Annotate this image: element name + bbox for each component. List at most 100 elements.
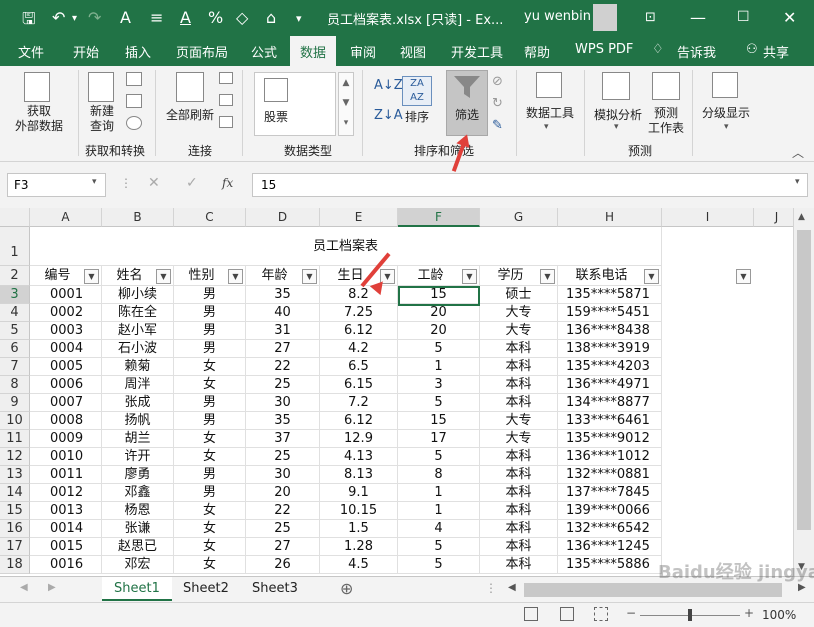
refresh-all-button[interactable]: 全部刷新 (160, 106, 220, 123)
maximize-icon[interactable]: ☐ (737, 9, 750, 25)
table-cell[interactable]: 男 (174, 484, 246, 502)
table-cell[interactable]: 本科 (480, 394, 558, 412)
stocks-button[interactable]: 股票 (256, 108, 296, 125)
format-painter-icon[interactable]: A (120, 8, 131, 27)
column-header[interactable]: B (102, 208, 174, 227)
cancel-icon[interactable]: ✕ (148, 175, 160, 191)
reapply-icon[interactable]: ↻ (492, 96, 503, 111)
tab-help[interactable]: 帮助 (524, 42, 550, 61)
zoom-level[interactable]: 100% (762, 608, 796, 622)
column-header[interactable]: C (174, 208, 246, 227)
tab-wps-pdf[interactable]: WPS PDF (575, 42, 633, 57)
table-cell[interactable]: 20 (398, 304, 480, 322)
expand-formula-icon[interactable]: ▾ (795, 177, 800, 187)
table-cell[interactable]: 女 (174, 448, 246, 466)
column-header[interactable]: E (320, 208, 398, 227)
row-header[interactable]: 7 (0, 358, 30, 376)
table-cell[interactable]: 柳小续 (102, 286, 174, 304)
filter-dropdown-icon[interactable]: ▼ (156, 269, 171, 284)
column-header[interactable]: I (662, 208, 754, 227)
table-cell[interactable]: 男 (174, 304, 246, 322)
table-cell[interactable]: 30 (246, 466, 320, 484)
data-tools-button[interactable]: 数据工具 (522, 104, 578, 121)
table-cell[interactable]: 12.9 (320, 430, 398, 448)
show-queries-icon[interactable] (126, 72, 142, 86)
table-cell[interactable]: 1.5 (320, 520, 398, 538)
minimize-icon[interactable]: — (690, 8, 706, 27)
row-header[interactable]: 15 (0, 502, 30, 520)
tab-formulas[interactable]: 公式 (251, 42, 277, 61)
filter-label[interactable]: 筛选 (446, 106, 488, 123)
column-header[interactable]: D (246, 208, 320, 227)
page-layout-view-icon[interactable] (560, 607, 574, 621)
scroll-up-icon[interactable]: ▲ (798, 212, 805, 222)
from-table-icon[interactable] (126, 94, 142, 108)
column-header[interactable]: H (558, 208, 662, 227)
table-cell[interactable]: 女 (174, 538, 246, 556)
table-cell[interactable]: 15 (398, 412, 480, 430)
table-cell[interactable]: 17 (398, 430, 480, 448)
table-cell[interactable]: 本科 (480, 520, 558, 538)
table-cell[interactable]: 135****5886 (558, 556, 662, 574)
table-cell[interactable]: 扬帆 (102, 412, 174, 430)
outline-button[interactable]: 分级显示 (698, 104, 754, 121)
column-header[interactable]: A (30, 208, 102, 227)
table-cell[interactable]: 25 (246, 376, 320, 394)
table-cell[interactable]: 5 (398, 340, 480, 358)
filter-dropdown-icon[interactable]: ▼ (302, 269, 317, 284)
table-cell[interactable]: 159****5451 (558, 304, 662, 322)
table-cell[interactable]: 136****4971 (558, 376, 662, 394)
table-cell[interactable]: 5 (398, 556, 480, 574)
table-cell[interactable]: 本科 (480, 484, 558, 502)
table-cell[interactable]: 5 (398, 538, 480, 556)
ribbon-display-icon[interactable]: ⊡ (645, 10, 656, 25)
filter-dropdown-icon[interactable]: ▼ (736, 269, 751, 284)
table-cell[interactable]: 廖勇 (102, 466, 174, 484)
table-cell[interactable]: 4.5 (320, 556, 398, 574)
recent-sources-icon[interactable] (126, 116, 142, 130)
close-icon[interactable]: ✕ (783, 8, 796, 27)
what-if-dropdown-icon[interactable]: ▾ (614, 122, 619, 132)
table-cell[interactable]: 35 (246, 412, 320, 430)
row-header[interactable]: 6 (0, 340, 30, 358)
row-header[interactable]: 5 (0, 322, 30, 340)
table-cell[interactable]: 0004 (30, 340, 102, 358)
table-cell[interactable]: 133****6461 (558, 412, 662, 430)
tab-home[interactable]: 开始 (73, 42, 99, 61)
tab-data[interactable]: 数据 (290, 36, 337, 66)
table-cell[interactable]: 陈在全 (102, 304, 174, 322)
edit-links-icon[interactable] (219, 116, 233, 128)
row-header[interactable]: 18 (0, 556, 30, 574)
table-cell[interactable]: 女 (174, 376, 246, 394)
table-cell[interactable]: 40 (246, 304, 320, 322)
row-header[interactable]: 14 (0, 484, 30, 502)
table-cell[interactable]: 138****3919 (558, 340, 662, 358)
sheet-prev-icon[interactable]: ◀ (20, 582, 28, 593)
table-cell[interactable]: 135****4203 (558, 358, 662, 376)
table-cell[interactable]: 本科 (480, 376, 558, 394)
table-cell[interactable]: 8.13 (320, 466, 398, 484)
table-cell[interactable]: 139****0066 (558, 502, 662, 520)
table-cell[interactable]: 女 (174, 502, 246, 520)
insert-function-icon[interactable]: fx (222, 176, 233, 190)
table-cell[interactable]: 135****9012 (558, 430, 662, 448)
table-cell[interactable]: 大专 (480, 322, 558, 340)
table-cell[interactable]: 3 (398, 376, 480, 394)
table-cell[interactable]: 0003 (30, 322, 102, 340)
table-cell[interactable]: 6.5 (320, 358, 398, 376)
table-cell[interactable]: 0016 (30, 556, 102, 574)
table-cell[interactable]: 男 (174, 466, 246, 484)
filter-dropdown-icon[interactable]: ▼ (462, 269, 477, 284)
table-cell[interactable]: 男 (174, 286, 246, 304)
zoom-in-icon[interactable]: + (744, 606, 754, 620)
tab-split-icon[interactable]: ⋮ (485, 581, 497, 595)
table-cell[interactable]: 赵小军 (102, 322, 174, 340)
column-header[interactable]: G (480, 208, 558, 227)
row-header[interactable]: 17 (0, 538, 30, 556)
sort-button[interactable]: 排序 (398, 108, 436, 125)
table-cell[interactable]: 石小波 (102, 340, 174, 358)
table-cell[interactable]: 女 (174, 358, 246, 376)
table-cell[interactable]: 女 (174, 520, 246, 538)
table-cell[interactable]: 27 (246, 538, 320, 556)
new-query-button[interactable]: 新建 查询 (82, 104, 122, 134)
